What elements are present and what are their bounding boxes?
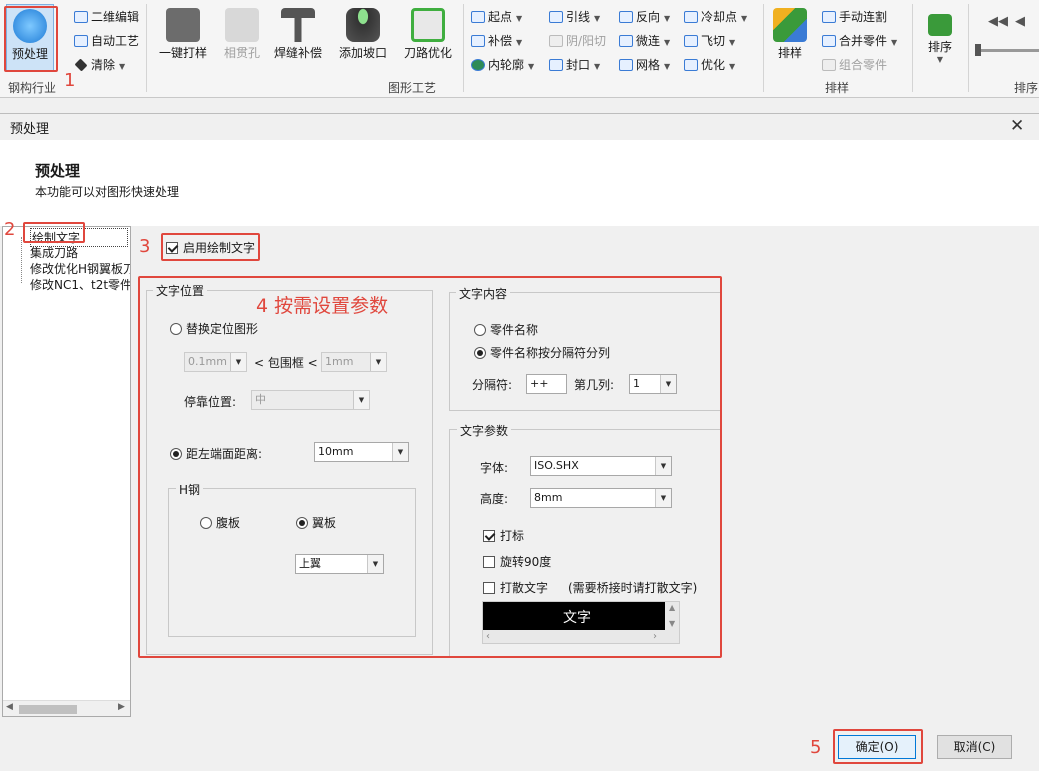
group-label-steel: 钢构行业	[8, 81, 57, 95]
annotation-box-3	[161, 233, 260, 261]
reverse-button[interactable]: 反向 ▼	[619, 7, 670, 27]
fly-cut-icon	[684, 35, 698, 47]
weld-compensation-button[interactable]: 焊缝补偿	[270, 4, 326, 72]
compensation-icon	[471, 35, 485, 47]
step-back-icon[interactable]: ◀◀	[988, 14, 1008, 29]
auto-process-button[interactable]: 自动工艺	[74, 31, 139, 51]
intersecting-hole-button[interactable]: 相贯孔	[218, 4, 266, 72]
scroll-thumb[interactable]	[19, 705, 77, 714]
nesting-button[interactable]: 排样	[768, 4, 812, 72]
add-bevel-button[interactable]: 添加坡口	[334, 4, 392, 72]
cooling-point-button[interactable]: 冷却点 ▼	[684, 7, 747, 27]
close-icon[interactable]: ✕	[1010, 116, 1024, 136]
reverse-icon	[619, 11, 633, 23]
annotation-box-4	[138, 276, 722, 658]
edit2d-button[interactable]: 二维编辑	[74, 7, 139, 27]
inner-contour-button[interactable]: 内轮廓 ▼	[471, 55, 534, 75]
annotation-box-5	[833, 729, 923, 764]
dialog-heading: 预处理	[35, 162, 81, 180]
prev-icon[interactable]: ◀	[1015, 14, 1025, 29]
sample-icon	[166, 8, 200, 42]
tree-item-nc1-part[interactable]: 修改NC1、t2t零件R	[30, 276, 130, 293]
grid-button[interactable]: 网格 ▼	[619, 55, 670, 75]
dialog-title: 预处理	[10, 122, 50, 137]
cooling-point-icon	[684, 11, 698, 23]
inner-contour-icon	[471, 59, 485, 71]
group-icon	[822, 59, 836, 71]
sort-button[interactable]: 排序 ▼	[918, 4, 962, 72]
cylinder-icon	[346, 8, 380, 42]
eraser-icon	[74, 58, 88, 72]
optimize-icon	[684, 59, 698, 71]
yin-yang-icon	[549, 35, 563, 47]
clear-button[interactable]: 清除 ▼	[74, 55, 125, 75]
lead-line-button[interactable]: 引线 ▼	[549, 7, 600, 27]
group-label-sort: 排序	[1014, 81, 1039, 95]
edit-icon	[74, 11, 88, 23]
group-label-nesting: 排样	[825, 81, 850, 95]
optimize-button[interactable]: 优化 ▼	[684, 55, 735, 75]
start-point-icon	[471, 11, 485, 23]
micro-joint-icon	[619, 35, 633, 47]
annotation-number-1: 1	[64, 70, 76, 91]
progress-slider[interactable]	[975, 44, 1039, 56]
cancel-button[interactable]: 取消(C)	[937, 735, 1012, 759]
annotation-number-3: 3	[139, 236, 151, 257]
merge-parts-button[interactable]: 合并零件 ▼	[822, 31, 897, 51]
tree-hscrollbar[interactable]: ◀ ▶	[3, 700, 130, 716]
one-click-sample-button[interactable]: 一键打样	[153, 4, 213, 72]
group-parts-button[interactable]: 组合零件	[822, 55, 887, 75]
annotation-box-2	[23, 222, 85, 243]
annotation-number-5: 5	[810, 737, 822, 758]
annotation-number-4: 4 按需设置参数	[256, 295, 389, 317]
tree-item-h-steel-flange[interactable]: 修改优化H钢翼板刀	[30, 260, 130, 277]
micro-joint-button[interactable]: 微连 ▼	[619, 31, 670, 51]
scroll-left-icon[interactable]: ◀	[6, 702, 13, 712]
sort-icon	[928, 14, 952, 36]
nesting-icon	[773, 8, 807, 42]
toolpath-optimize-button[interactable]: 刀路优化	[398, 4, 458, 72]
compensation-button[interactable]: 补偿 ▼	[471, 31, 522, 51]
annotation-number-2: 2	[4, 219, 16, 240]
pipe-icon	[225, 8, 259, 42]
seal-button[interactable]: 封口 ▼	[549, 55, 600, 75]
manual-cut-button[interactable]: 手动连割	[822, 7, 887, 27]
start-point-button[interactable]: 起点 ▼	[471, 7, 522, 27]
seal-icon	[549, 59, 563, 71]
function-tree: 绘制文字 集成刀路 修改优化H钢翼板刀 修改NC1、t2t零件R ◀ ▶	[2, 226, 131, 717]
group-label-graphic: 图形工艺	[388, 81, 437, 95]
dialog-subtitle: 本功能可以对图形快速处理	[35, 185, 180, 199]
lead-line-icon	[549, 11, 563, 23]
toolpath-icon	[411, 8, 445, 42]
merge-icon	[822, 35, 836, 47]
tree-item-integrated-path[interactable]: 集成刀路	[30, 244, 128, 261]
grid-icon	[619, 59, 633, 71]
refresh-icon	[74, 35, 88, 47]
tbeam-icon	[281, 8, 315, 42]
scroll-right-icon[interactable]: ▶	[118, 702, 125, 712]
manual-cut-icon	[822, 11, 836, 23]
annotation-box-1	[4, 6, 58, 72]
fly-cut-button[interactable]: 飞切 ▼	[684, 31, 735, 51]
yin-yang-cut-button[interactable]: 阴/阳切	[549, 31, 606, 51]
ribbon-toolbar: 预处理 二维编辑 自动工艺 清除 ▼ 一键打样 相贯孔 焊缝补偿 添加坡口 刀路优…	[0, 0, 1039, 98]
